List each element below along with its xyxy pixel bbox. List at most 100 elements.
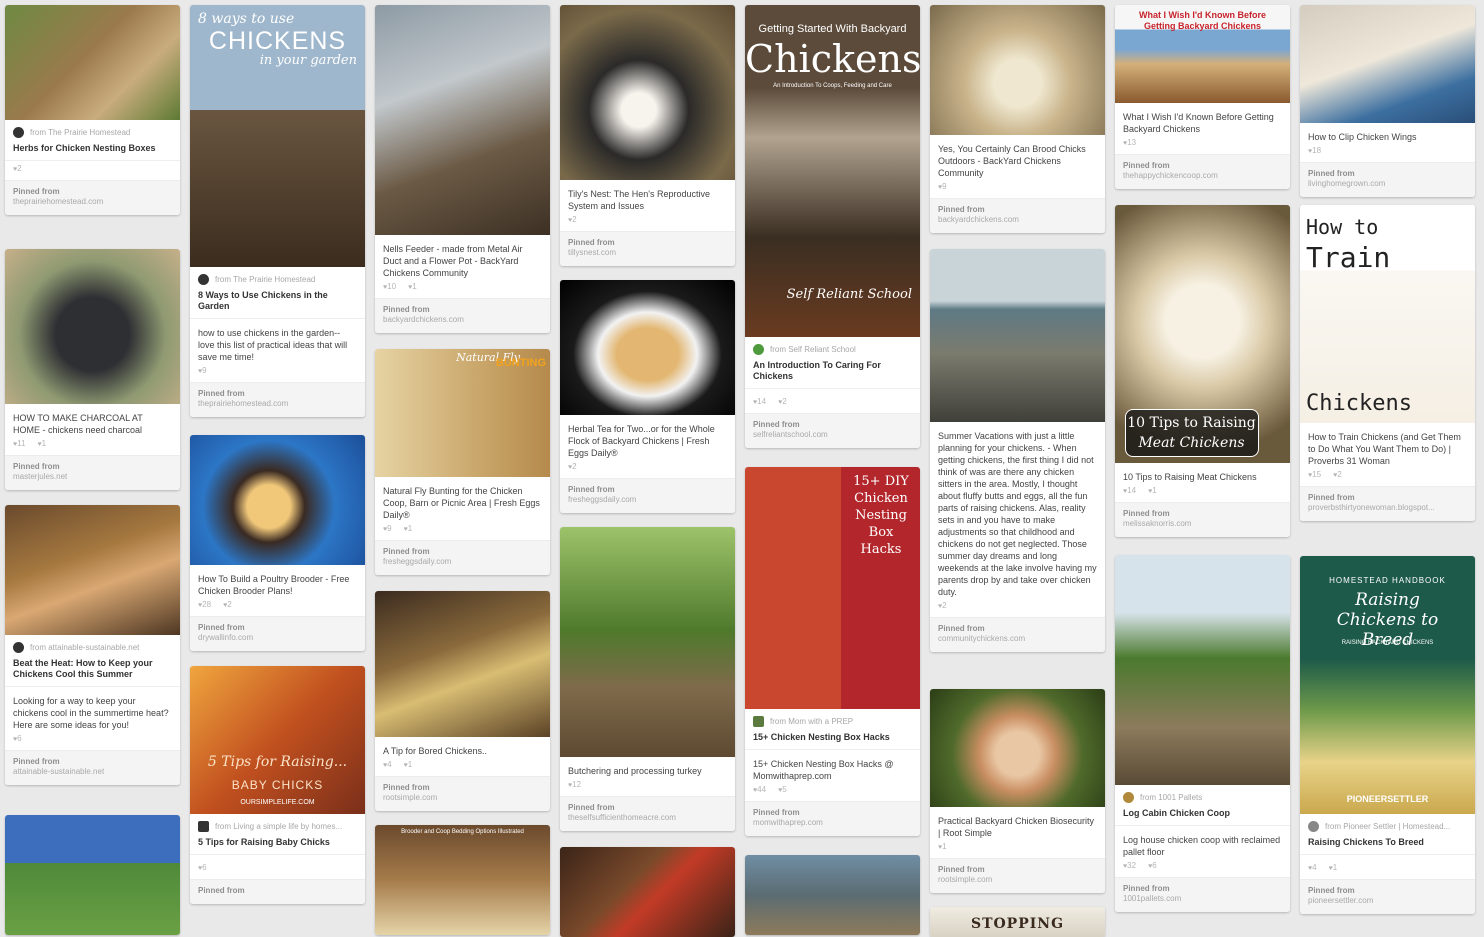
pin-title[interactable]: 15+ Chicken Nesting Box Hacks: [745, 729, 920, 750]
pin-card[interactable]: 8 ways to use CHICKENS in your garden fr…: [190, 5, 365, 417]
pinned-from[interactable]: Pinned from rootsimple.com: [930, 858, 1105, 893]
pinned-from[interactable]: Pinned from melissaknorris.com: [1115, 502, 1290, 537]
pin-card[interactable]: Practical Backyard Chicken Biosecurity |…: [930, 689, 1105, 893]
pin-card[interactable]: Brooder and Coop Bedding Options Illustr…: [375, 825, 550, 935]
pin-card[interactable]: from 1001 Pallets Log Cabin Chicken Coop…: [1115, 555, 1290, 912]
pin-image[interactable]: Getting Started With Backyard Chickens A…: [745, 5, 920, 337]
pinned-from[interactable]: Pinned from proverbsthirtyonewoman.blogsp…: [1300, 486, 1475, 521]
pin-image[interactable]: [1115, 555, 1290, 785]
pin-title[interactable]: Beat the Heat: How to Keep your Chickens…: [5, 655, 180, 687]
pin-card[interactable]: HOMESTEAD HANDBOOK Raising Chickens to B…: [1300, 556, 1475, 914]
pin-card[interactable]: 15+ DIY Chicken Nesting Box Hacks from M…: [745, 467, 920, 836]
pin-image[interactable]: [560, 280, 735, 415]
pin-card[interactable]: [5, 815, 180, 935]
pin-source[interactable]: from Living a simple life by homes...: [190, 814, 365, 834]
pin-image[interactable]: [5, 815, 180, 935]
pinned-from[interactable]: Pinned from backyardchickens.com: [375, 298, 550, 333]
like-count: 9: [938, 182, 946, 191]
pin-image[interactable]: [560, 5, 735, 180]
pin-source[interactable]: from Mom with a PREP: [745, 709, 920, 729]
pin-image[interactable]: STOPPING: [930, 907, 1105, 937]
pin-image[interactable]: [5, 5, 180, 120]
pinned-from[interactable]: Pinned from attainable-sustainable.net: [5, 750, 180, 785]
pin-card[interactable]: from attainable-sustainable.net Beat the…: [5, 505, 180, 785]
pin-image[interactable]: [375, 5, 550, 235]
pin-image[interactable]: [375, 591, 550, 737]
pin-card[interactable]: Tily's Nest: The Hen's Reproductive Syst…: [560, 5, 735, 266]
pin-source[interactable]: from Pioneer Settler | Homestead...: [1300, 814, 1475, 834]
pinned-from[interactable]: Pinned from drywallinfo.com: [190, 616, 365, 651]
pinned-from[interactable]: Pinned from pioneersettler.com: [1300, 879, 1475, 914]
pin-title[interactable]: Herbs for Chicken Nesting Boxes: [5, 140, 180, 161]
pin-source[interactable]: from The Prairie Homestead: [5, 120, 180, 140]
pinned-from[interactable]: Pinned from 1001pallets.com: [1115, 877, 1290, 912]
pin-image[interactable]: 5 Tips for Raising... BABY CHICKS OURSIM…: [190, 666, 365, 814]
pin-card[interactable]: 5 Tips for Raising... BABY CHICKS OURSIM…: [190, 666, 365, 904]
pin-card[interactable]: 10 Tips to Raising Meat Chickens 10 Tips…: [1115, 205, 1290, 537]
pin-source[interactable]: from 1001 Pallets: [1115, 785, 1290, 805]
pin-title[interactable]: Log Cabin Chicken Coop: [1115, 805, 1290, 826]
pin-image[interactable]: HOMESTEAD HANDBOOK Raising Chickens to B…: [1300, 556, 1475, 814]
pin-image[interactable]: [1300, 5, 1475, 123]
pin-source[interactable]: from The Prairie Homestead: [190, 267, 365, 287]
pinned-from[interactable]: Pinned from tillysnest.com: [560, 231, 735, 266]
pinned-from[interactable]: Pinned from rootsimple.com: [375, 776, 550, 811]
pin-card[interactable]: from The Prairie Homestead Herbs for Chi…: [5, 5, 180, 215]
like-count: 1: [37, 439, 46, 448]
pin-title[interactable]: 8 Ways to Use Chickens in the Garden: [190, 287, 365, 319]
pin-image[interactable]: [930, 5, 1105, 135]
pin-card[interactable]: Yes, You Certainly Can Brood Chicks Outd…: [930, 5, 1105, 233]
pin-image[interactable]: [930, 689, 1105, 807]
pin-image[interactable]: [5, 505, 180, 635]
pin-title[interactable]: Raising Chickens To Breed: [1300, 834, 1475, 855]
pin-card[interactable]: Butchering and processing turkey 12 Pinn…: [560, 527, 735, 831]
pinned-from[interactable]: Pinned from theprairiehomestead.com: [5, 180, 180, 215]
pin-image[interactable]: 15+ DIY Chicken Nesting Box Hacks: [745, 467, 920, 709]
pinned-from[interactable]: Pinned from fresheggsdaily.com: [375, 540, 550, 575]
pin-card[interactable]: [560, 847, 735, 937]
pin-card[interactable]: What I Wish I'd Known Before Getting Bac…: [1115, 5, 1290, 189]
pin-card[interactable]: How to Clip Chicken Wings 18 Pinned from…: [1300, 5, 1475, 197]
pin-image[interactable]: Brooder and Coop Bedding Options Illustr…: [375, 825, 550, 935]
pinned-from[interactable]: Pinned from selfreliantschool.com: [745, 413, 920, 448]
pin-source[interactable]: from Self Reliant School: [745, 337, 920, 357]
pinned-from[interactable]: Pinned from: [190, 879, 365, 904]
pin-card[interactable]: Summer Vacations with just a little plan…: [930, 249, 1105, 652]
image-overlay-title: 15+ DIY Chicken Nesting Box Hacks: [853, 474, 909, 557]
pin-card[interactable]: [745, 855, 920, 935]
pin-image[interactable]: 8 ways to use CHICKENS in your garden: [190, 5, 365, 267]
pin-image[interactable]: [930, 249, 1105, 422]
pin-image[interactable]: Natural Fly BUNTING: [375, 349, 550, 477]
pin-card[interactable]: Natural Fly BUNTING Natural Fly Bunting …: [375, 349, 550, 575]
pin-image[interactable]: [560, 527, 735, 757]
pin-image[interactable]: 10 Tips to Raising Meat Chickens: [1115, 205, 1290, 463]
pin-card[interactable]: STOPPING: [930, 907, 1105, 937]
pin-source[interactable]: from attainable-sustainable.net: [5, 635, 180, 655]
pin-card[interactable]: HOW TO MAKE CHARCOAL AT HOME - chickens …: [5, 249, 180, 490]
pin-image[interactable]: How to Train Chickens: [1300, 205, 1475, 423]
pin-card[interactable]: Getting Started With Backyard Chickens A…: [745, 5, 920, 448]
pin-card[interactable]: How to Train Chickens How to Train Chick…: [1300, 205, 1475, 521]
pin-card[interactable]: Nells Feeder - made from Metal Air Duct …: [375, 5, 550, 333]
pin-image[interactable]: What I Wish I'd Known Before Getting Bac…: [1115, 5, 1290, 103]
pinned-from[interactable]: Pinned from thehappychickencoop.com: [1115, 154, 1290, 189]
pinned-from[interactable]: Pinned from fresheggsdaily.com: [560, 478, 735, 513]
pin-image[interactable]: [745, 855, 920, 935]
pin-title[interactable]: An Introduction To Caring For Chickens: [745, 357, 920, 389]
pinned-from[interactable]: Pinned from livinghomegrown.com: [1300, 162, 1475, 197]
pin-card[interactable]: Herbal Tea for Two...or for the Whole Fl…: [560, 280, 735, 513]
pin-image[interactable]: [5, 249, 180, 404]
pinned-from[interactable]: Pinned from momwithaprep.com: [745, 801, 920, 836]
pinned-from[interactable]: Pinned from masterjules.net: [5, 455, 180, 490]
pinned-from[interactable]: Pinned from communitychickens.com: [930, 617, 1105, 652]
pinned-from[interactable]: Pinned from backyardchickens.com: [930, 198, 1105, 233]
like-count: 12: [568, 780, 581, 789]
pin-image[interactable]: [190, 435, 365, 565]
pin-title[interactable]: 5 Tips for Raising Baby Chicks: [190, 834, 365, 855]
pin-image[interactable]: [560, 847, 735, 937]
pinned-from[interactable]: Pinned from theprairiehomestead.com: [190, 382, 365, 417]
pin-card[interactable]: A Tip for Bored Chickens.. 41 Pinned fro…: [375, 591, 550, 811]
pinned-site: tillysnest.com: [568, 248, 617, 257]
pinned-from[interactable]: Pinned from theselfsufficienthomeacre.com: [560, 796, 735, 831]
pin-card[interactable]: How To Build a Poultry Brooder - Free Ch…: [190, 435, 365, 651]
